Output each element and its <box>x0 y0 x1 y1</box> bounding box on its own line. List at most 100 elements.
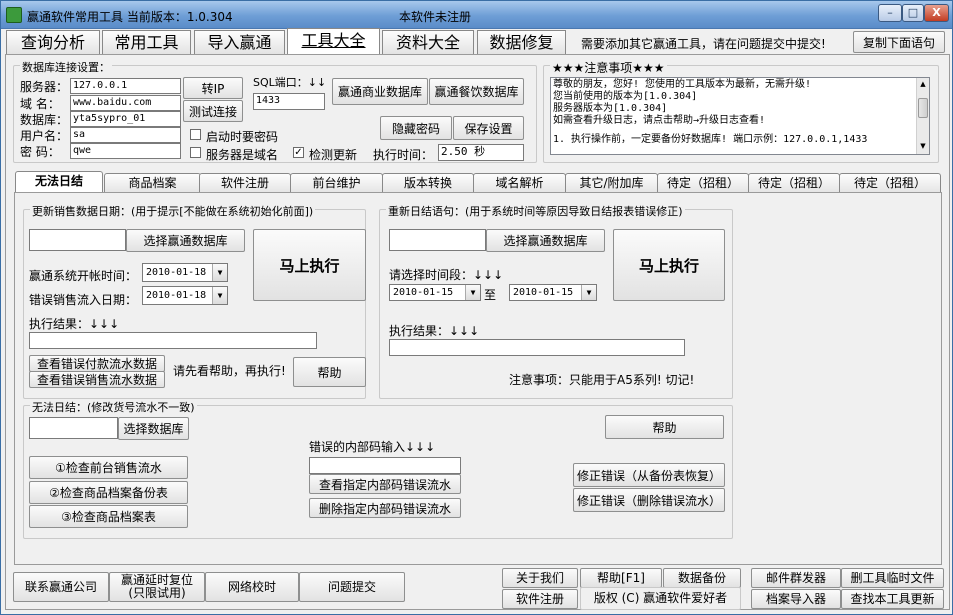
submit-issue-button[interactable]: 问题提交 <box>299 572 405 602</box>
check-update-checkbox[interactable]: ✓ <box>293 147 304 158</box>
update-sales-result-label: 执行结果：↓↓↓ <box>29 317 120 331</box>
delete-temp-files-button[interactable]: 删工具临时文件 <box>841 568 944 588</box>
database-input[interactable]: yta5sypro_01 <box>70 111 181 127</box>
scroll-down-icon[interactable]: ▼ <box>918 141 928 152</box>
server-label: 服务器： <box>20 80 69 94</box>
notice-legend: ★★★注意事项★★★ <box>550 59 667 76</box>
open-time-label: 赢通系统开帐时间： <box>29 269 138 283</box>
no-daily-db-input[interactable] <box>29 417 118 439</box>
open-time-dropdown[interactable]: 2010-01-18 ▼ <box>142 263 228 282</box>
main-tab-import[interactable]: 导入赢通 <box>194 30 285 54</box>
update-sales-execute-button[interactable]: 马上执行 <box>253 229 366 301</box>
database-label: 数据库： <box>20 113 69 127</box>
to-ip-button[interactable]: 转IP <box>183 77 243 99</box>
delay-reset-note: (只限试用) <box>128 586 186 600</box>
scroll-thumb[interactable] <box>918 98 928 118</box>
fix-restore-button[interactable]: 修正错误（从备份表恢复） <box>573 463 725 487</box>
test-connection-button[interactable]: 测试连接 <box>183 100 243 122</box>
re-daily-db-input[interactable] <box>389 229 486 251</box>
main-tab-materials[interactable]: 资料大全 <box>382 30 474 54</box>
header-hint: 需要添加其它赢通工具，请在问题提交中提交! <box>581 37 826 51</box>
chevron-down-icon[interactable]: ▼ <box>212 264 227 281</box>
help-f1-button[interactable]: 帮助[F1] <box>580 568 662 588</box>
main-tab-common-tools[interactable]: 常用工具 <box>102 30 191 54</box>
view-pay-flow-button[interactable]: 查看错误付款流水数据 <box>29 355 165 372</box>
copy-statement-button[interactable]: 复制下面语句 <box>853 31 945 53</box>
tab-pending-3[interactable]: 待定（招租） <box>839 173 941 192</box>
maximize-button[interactable]: □ <box>902 4 924 22</box>
exec-time-value: 2.50 秒 <box>438 144 524 161</box>
check-goods-button[interactable]: ③检查商品档案表 <box>29 505 188 528</box>
db-connection-legend: 数据库连接设置： <box>20 59 112 75</box>
to-date-dropdown[interactable]: 2010-01-15 ▼ <box>509 284 597 301</box>
notice-scrollbar[interactable]: ▲ ▼ <box>916 78 929 154</box>
chevron-down-icon[interactable]: ▼ <box>581 285 596 300</box>
re-daily-select-db-button[interactable]: 选择赢通数据库 <box>486 229 605 252</box>
no-daily-help-button[interactable]: 帮助 <box>605 415 724 439</box>
main-tab-query-analysis[interactable]: 查询分析 <box>6 30 100 54</box>
to-label: 至 <box>484 288 497 302</box>
tab-domain-resolve[interactable]: 域名解析 <box>473 173 566 192</box>
startup-password-checkbox[interactable] <box>190 129 201 140</box>
tab-software-register[interactable]: 软件注册 <box>199 173 291 192</box>
from-date-dropdown[interactable]: 2010-01-15 ▼ <box>389 284 481 301</box>
to-date-value: 2010-01-15 <box>513 287 574 298</box>
domain-label: 域 名： <box>20 97 60 111</box>
wrong-date-dropdown[interactable]: 2010-01-18 ▼ <box>142 286 228 305</box>
notice-line: 1. 执行操作前，一定要备份好数据库! 端口示例：127.0.0.1,1433 <box>553 134 868 145</box>
contact-company-button[interactable]: 联系赢通公司 <box>13 572 109 602</box>
mail-sender-button[interactable]: 邮件群发器 <box>751 568 841 588</box>
main-tab-data-repair[interactable]: 数据修复 <box>477 30 566 54</box>
update-sales-select-db-button[interactable]: 选择赢通数据库 <box>126 229 245 252</box>
delete-wrong-flow-button[interactable]: 删除指定内部码错误流水 <box>309 498 461 518</box>
tab-other-library[interactable]: 其它/附加库 <box>565 173 658 192</box>
chevron-down-icon[interactable]: ▼ <box>212 287 227 304</box>
close-button[interactable]: X <box>924 4 949 22</box>
tab-version-convert[interactable]: 版本转换 <box>382 173 474 192</box>
view-sales-flow-button[interactable]: 查看错误销售流水数据 <box>29 371 165 388</box>
wrong-date-label: 错误销售流入日期： <box>29 293 138 307</box>
check-front-sales-button[interactable]: ①检查前台销售流水 <box>29 456 188 479</box>
username-input[interactable]: sa <box>70 127 181 143</box>
no-daily-select-db-button[interactable]: 选择数据库 <box>118 417 189 440</box>
catering-db-button[interactable]: 赢通餐饮数据库 <box>429 78 524 105</box>
tab-no-daily[interactable]: 无法日结 <box>15 171 103 193</box>
server-input[interactable]: 127.0.0.1 <box>70 78 181 94</box>
username-label: 用户名： <box>20 129 69 143</box>
update-sales-db-input[interactable] <box>29 229 126 251</box>
notice-textbox[interactable]: 尊敬的朋友，您好! 您使用的工具版本为最新，无需升级! 您当前使用的版本为[1.… <box>550 77 930 155</box>
data-backup-button[interactable]: 数据备份 <box>663 568 741 588</box>
wrong-code-input[interactable] <box>309 457 461 474</box>
software-register-button[interactable]: 软件注册 <box>502 589 578 609</box>
notice-line: 如需查看升级日志，请点击帮助→升级日志查看! <box>553 115 766 126</box>
fix-delete-button[interactable]: 修正错误（删除错误流水） <box>573 488 725 512</box>
time-sync-button[interactable]: 网络校时 <box>205 572 299 602</box>
tab-pending-2[interactable]: 待定（招租） <box>748 173 840 192</box>
tab-front-maintenance[interactable]: 前台维护 <box>290 173 383 192</box>
delay-reset-button[interactable]: 赢通延时复位 (只限试用) <box>109 572 205 602</box>
tab-goods-archive[interactable]: 商品档案 <box>104 173 201 192</box>
file-import-button[interactable]: 档案导入器 <box>751 589 841 609</box>
minimize-button[interactable]: – <box>878 4 902 22</box>
re-daily-execute-button[interactable]: 马上执行 <box>613 229 725 301</box>
chevron-down-icon[interactable]: ▼ <box>465 285 480 300</box>
about-us-button[interactable]: 关于我们 <box>502 568 578 588</box>
sql-port-input[interactable]: 1433 <box>253 93 325 110</box>
password-input[interactable]: qwe <box>70 143 181 159</box>
hide-password-button[interactable]: 隐藏密码 <box>380 116 452 140</box>
check-backup-button[interactable]: ②检查商品档案备份表 <box>29 481 188 504</box>
main-tab-tools[interactable]: 工具大全 <box>287 28 380 55</box>
re-daily-result-input[interactable] <box>389 339 685 356</box>
update-sales-result-input[interactable] <box>29 332 317 349</box>
save-settings-button[interactable]: 保存设置 <box>453 116 524 140</box>
domain-input[interactable]: www.baidu.com <box>70 95 181 111</box>
view-wrong-flow-button[interactable]: 查看指定内部码错误流水 <box>309 474 461 494</box>
check-update-label: 检测更新 <box>309 148 358 162</box>
update-sales-help-button[interactable]: 帮助 <box>293 357 366 387</box>
notice-line: 尊敬的朋友，您好! 您使用的工具版本为最新，无需升级! <box>553 79 812 90</box>
scroll-up-icon[interactable]: ▲ <box>918 79 928 90</box>
check-tool-update-button[interactable]: 查找本工具更新 <box>841 589 944 609</box>
commercial-db-button[interactable]: 赢通商业数据库 <box>332 78 428 105</box>
server-domain-checkbox[interactable] <box>190 147 201 158</box>
tab-pending-1[interactable]: 待定（招租） <box>657 173 749 192</box>
